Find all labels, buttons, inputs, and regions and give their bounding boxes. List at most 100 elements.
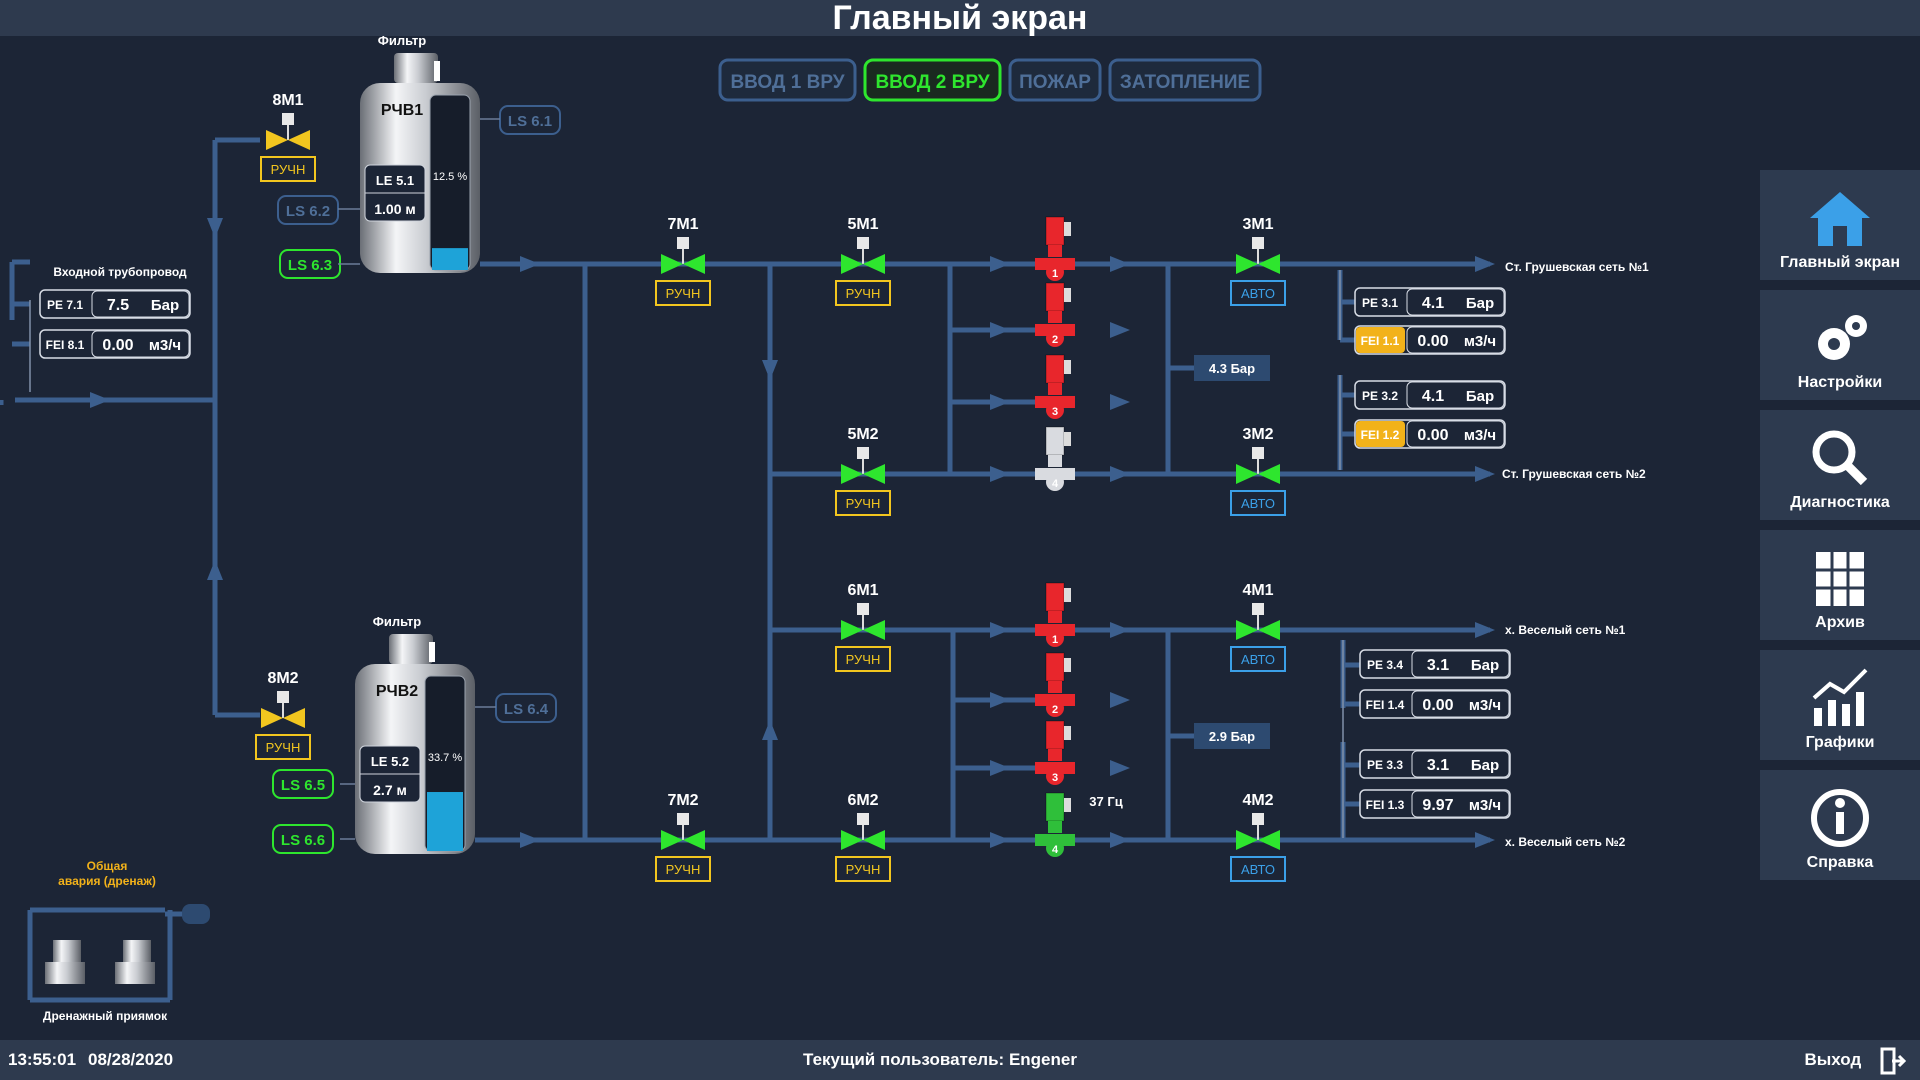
pump-frequency: 37 Гц xyxy=(1089,794,1122,809)
valve-mode-label: РУЧН xyxy=(846,862,881,877)
filter-handle xyxy=(429,642,435,662)
nav-button-2[interactable]: Настройки xyxy=(1760,290,1920,400)
flow-arrow xyxy=(990,832,1010,848)
pump-number: 4 xyxy=(1052,478,1059,490)
level-switch-label: LS 6.6 xyxy=(281,832,325,849)
drain-pump-2 xyxy=(115,940,155,984)
tag-value: 0.00 xyxy=(1422,697,1453,714)
valve-8М2[interactable]: 8М2 РУЧН xyxy=(255,670,311,760)
filter-body xyxy=(389,634,433,664)
pump-terminal xyxy=(1064,432,1071,446)
pump-3[interactable]: 3 xyxy=(1035,354,1075,419)
valve-name: 3М2 xyxy=(1242,426,1273,443)
valve-4М2[interactable]: 4М2 АВТО xyxy=(1230,792,1286,882)
level-switch: LS 6.2 xyxy=(277,195,339,225)
tag-value: 0.00 xyxy=(1417,333,1448,350)
flow-arrow xyxy=(1475,466,1495,482)
filter-label: Фильтр xyxy=(378,33,427,48)
mode-button-2[interactable]: ВВОД 2 ВРУ xyxy=(863,58,1002,102)
chart-icon xyxy=(1812,668,1868,726)
tag-value: 9.97 xyxy=(1422,797,1453,814)
exit-button[interactable]: Выход xyxy=(1804,1040,1907,1080)
tag-value: 4.1 xyxy=(1422,388,1444,405)
level-switch-label: LS 6.5 xyxy=(281,777,325,794)
tag-name: FEI 1.1 xyxy=(1361,334,1400,348)
tag-unit: Бар xyxy=(1471,757,1499,774)
pump-3[interactable]: 3 xyxy=(1035,720,1075,785)
nav-button-5[interactable]: Графики xyxy=(1760,650,1920,760)
flow-arrow xyxy=(990,692,1010,708)
pump-motor xyxy=(1045,582,1065,612)
pump-neck xyxy=(1048,383,1062,395)
mode-button-4[interactable]: ЗАТОПЛЕНИЕ xyxy=(1108,58,1262,102)
valve-6М2[interactable]: 6М2 РУЧН xyxy=(835,792,891,882)
flow-arrow xyxy=(1110,832,1130,848)
valve-name: 5М2 xyxy=(847,426,878,443)
outlet-2-pressure: PE 3.2 4.1 Бар xyxy=(1354,380,1506,410)
tag-unit: м3/ч xyxy=(149,337,181,354)
outlet-name: Ст. Грушевская сеть №2 xyxy=(1502,467,1646,481)
level-percent: 12.5 % xyxy=(433,171,467,183)
exit-icon xyxy=(1880,1047,1907,1075)
pump-motor xyxy=(1045,720,1065,750)
pump-motor xyxy=(1045,354,1065,384)
tank-name: РЧВ1 xyxy=(381,102,423,119)
outlet-3-pressure: PE 3.4 3.1 Бар xyxy=(1359,649,1511,679)
pump-number: 1 xyxy=(1052,268,1058,280)
nav-button-3[interactable]: Диагностика xyxy=(1760,410,1920,520)
nav-button-label: Диагностика xyxy=(1790,494,1890,511)
mode-button-3[interactable]: ПОЖАР xyxy=(1008,58,1102,102)
pump-number: 2 xyxy=(1052,704,1058,716)
pump-terminal xyxy=(1064,360,1071,374)
valve-name: 7М1 xyxy=(667,216,698,233)
tag-name: FEI 1.4 xyxy=(1366,698,1405,712)
pump-4[interactable]: 4 xyxy=(1035,426,1075,491)
valve-actuator xyxy=(677,813,689,825)
archive-icon xyxy=(1816,552,1864,606)
level-percent: 33.7 % xyxy=(428,752,462,764)
filter-handle xyxy=(434,61,440,81)
outlet-1-flow: FEI 1.1 0.00 м3/ч xyxy=(1354,325,1506,355)
valve-8М1[interactable]: 8М1 РУЧН xyxy=(260,92,316,182)
nav-button-6[interactable]: Справка xyxy=(1760,770,1920,880)
mode-button-1[interactable]: ВВОД 1 ВРУ xyxy=(718,58,857,102)
pump-2[interactable]: 2 xyxy=(1035,652,1075,717)
pump-1[interactable]: 1 xyxy=(1035,216,1075,281)
tag-value: 0.00 xyxy=(1417,427,1448,444)
valve-7М1[interactable]: 7М1 РУЧН xyxy=(655,216,711,306)
flow-arrow xyxy=(990,622,1010,638)
valve-5М1[interactable]: 5М1 РУЧН xyxy=(835,216,891,306)
nav-button-label: Архив xyxy=(1815,614,1865,631)
valve-actuator xyxy=(857,447,869,459)
nav-button-4[interactable]: Архив xyxy=(1760,530,1920,640)
level-tag: LE 5.1 xyxy=(376,173,414,188)
valve-5М2[interactable]: 5М2 РУЧН xyxy=(835,426,891,516)
pump-motor xyxy=(1045,216,1065,246)
flow-arrow xyxy=(1110,256,1130,272)
tag-value: 4.1 xyxy=(1422,295,1444,312)
valve-7М2[interactable]: 7М2 РУЧН xyxy=(655,792,711,882)
mode-button-label: ПОЖАР xyxy=(1019,72,1091,93)
valve-mode-label: РУЧН xyxy=(666,862,701,877)
filter-label: Фильтр xyxy=(373,614,422,629)
pump-4[interactable]: 4 xyxy=(1035,792,1075,857)
pump-terminal xyxy=(1064,588,1071,602)
nav-button-label: Настройки xyxy=(1797,374,1883,391)
flow-arrow xyxy=(762,360,778,380)
pump-2[interactable]: 2 xyxy=(1035,282,1075,347)
level-value: 1.00 м xyxy=(374,201,416,217)
pump-1[interactable]: 1 xyxy=(1035,582,1075,647)
valve-mode-label: АВТО xyxy=(1241,862,1275,877)
flow-arrow xyxy=(1110,394,1130,410)
tag-name: PE 3.3 xyxy=(1367,758,1403,772)
flow-arrow xyxy=(207,218,223,238)
valve-3М2[interactable]: 3М2 АВТО xyxy=(1230,426,1286,516)
mode-button-label: ВВОД 2 ВРУ xyxy=(875,72,989,93)
info-icon xyxy=(1811,789,1869,847)
nav-button-1[interactable]: Главный экран xyxy=(1760,170,1920,280)
valve-3М1[interactable]: 3М1 АВТО xyxy=(1230,216,1286,306)
valve-6М1[interactable]: 6М1 РУЧН xyxy=(835,582,891,672)
valve-4М1[interactable]: 4М1 АВТО xyxy=(1230,582,1286,672)
pump-number: 3 xyxy=(1052,772,1058,784)
pump-motor xyxy=(1045,792,1065,822)
